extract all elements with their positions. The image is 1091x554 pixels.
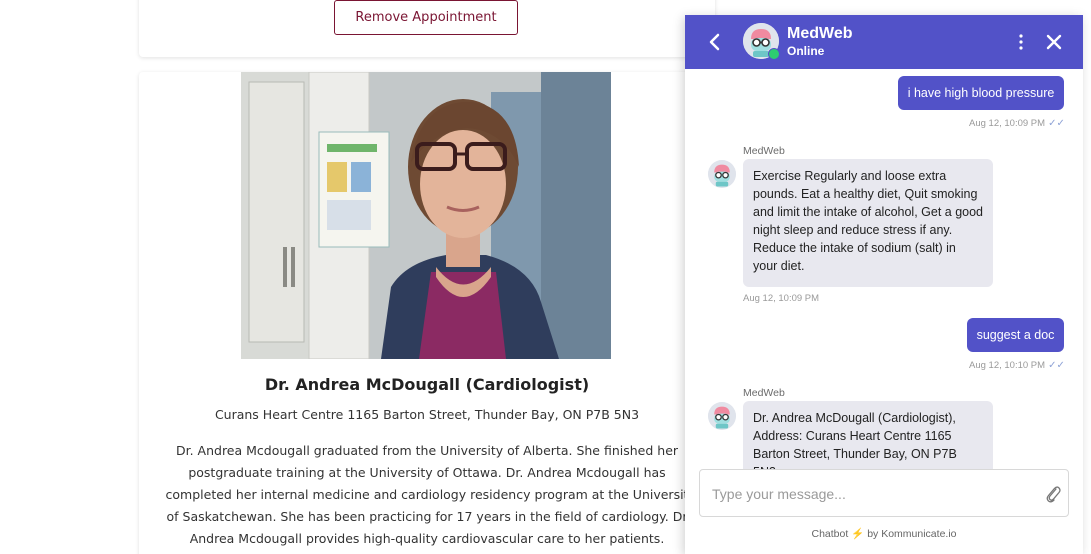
online-status-dot <box>768 48 780 60</box>
timestamp-text: Aug 12, 10:09 PM <box>969 118 1046 129</box>
doctor-name: Dr. Andrea McDougall (Cardiologist) <box>264 375 590 394</box>
message-timestamp: Aug 12, 10:09 PM <box>743 293 820 304</box>
bot-avatar-icon <box>743 23 780 60</box>
message-list[interactable]: i have high blood pressure Aug 12, 10:09… <box>685 69 1083 469</box>
doctor-bio: Dr. Andrea Mcdougall graduated from the … <box>157 440 697 550</box>
bolt-icon: ⚡ <box>851 528 865 540</box>
read-ticks-icon: ✓✓ <box>1048 360 1065 371</box>
message-timestamp: Aug 12, 10:09 PM ✓✓ <box>969 118 1065 129</box>
back-arrow-icon[interactable] <box>705 30 725 54</box>
bio-line: Dr. Andrea Mcdougall graduated from the … <box>175 443 679 458</box>
user-message: suggest a doc <box>967 318 1064 352</box>
bot-message: Dr. Andrea McDougall (Cardiologist), Add… <box>743 401 993 469</box>
doctor-card: Dr. Andrea McDougall (Cardiologist) Cura… <box>139 72 715 554</box>
chat-footer: Chatbot ⚡ by Kommunicate.io <box>685 527 1083 540</box>
paperclip-icon[interactable] <box>1044 484 1062 504</box>
bio-line: postgraduate training at the University … <box>188 465 666 480</box>
bot-sender-name: MedWeb <box>743 387 785 399</box>
message-input[interactable] <box>710 482 1024 506</box>
bot-avatar-icon <box>708 402 736 430</box>
bot-avatar-icon <box>708 160 736 188</box>
footer-suffix: by Kommunicate.io <box>867 528 957 540</box>
read-ticks-icon: ✓✓ <box>1048 118 1065 129</box>
bio-line: of Saskatchewan. She has been practicing… <box>166 509 688 524</box>
bot-sender-name: MedWeb <box>743 145 785 157</box>
doctor-address: Curans Heart Centre 1165 Barton Street, … <box>214 407 640 422</box>
chat-status: Online <box>787 44 825 58</box>
bot-message: Exercise Regularly and loose extra pound… <box>743 159 993 287</box>
more-vert-icon[interactable] <box>1015 32 1027 52</box>
message-input-box <box>699 469 1069 517</box>
footer-prefix: Chatbot <box>811 528 849 540</box>
chat-title: MedWeb <box>787 25 853 42</box>
bio-line: completed her internal medicine and card… <box>165 487 689 502</box>
doctor-photo <box>241 72 611 359</box>
chat-widget: MedWeb Online i have high blood pressure… <box>685 15 1083 554</box>
remove-appointment-button[interactable]: Remove Appointment <box>334 0 518 35</box>
timestamp-text: Aug 12, 10:10 PM <box>969 360 1046 371</box>
chat-header: MedWeb Online <box>685 15 1083 69</box>
page: Remove Appointment Dr. Andrea McDougall … <box>0 0 1091 554</box>
bio-line: Andrea Mcdougall provides high-quality c… <box>189 531 665 546</box>
message-timestamp: Aug 12, 10:10 PM ✓✓ <box>969 360 1065 371</box>
user-message: i have high blood pressure <box>898 76 1064 110</box>
close-icon[interactable] <box>1044 32 1064 52</box>
appointment-card: Remove Appointment <box>139 0 715 57</box>
